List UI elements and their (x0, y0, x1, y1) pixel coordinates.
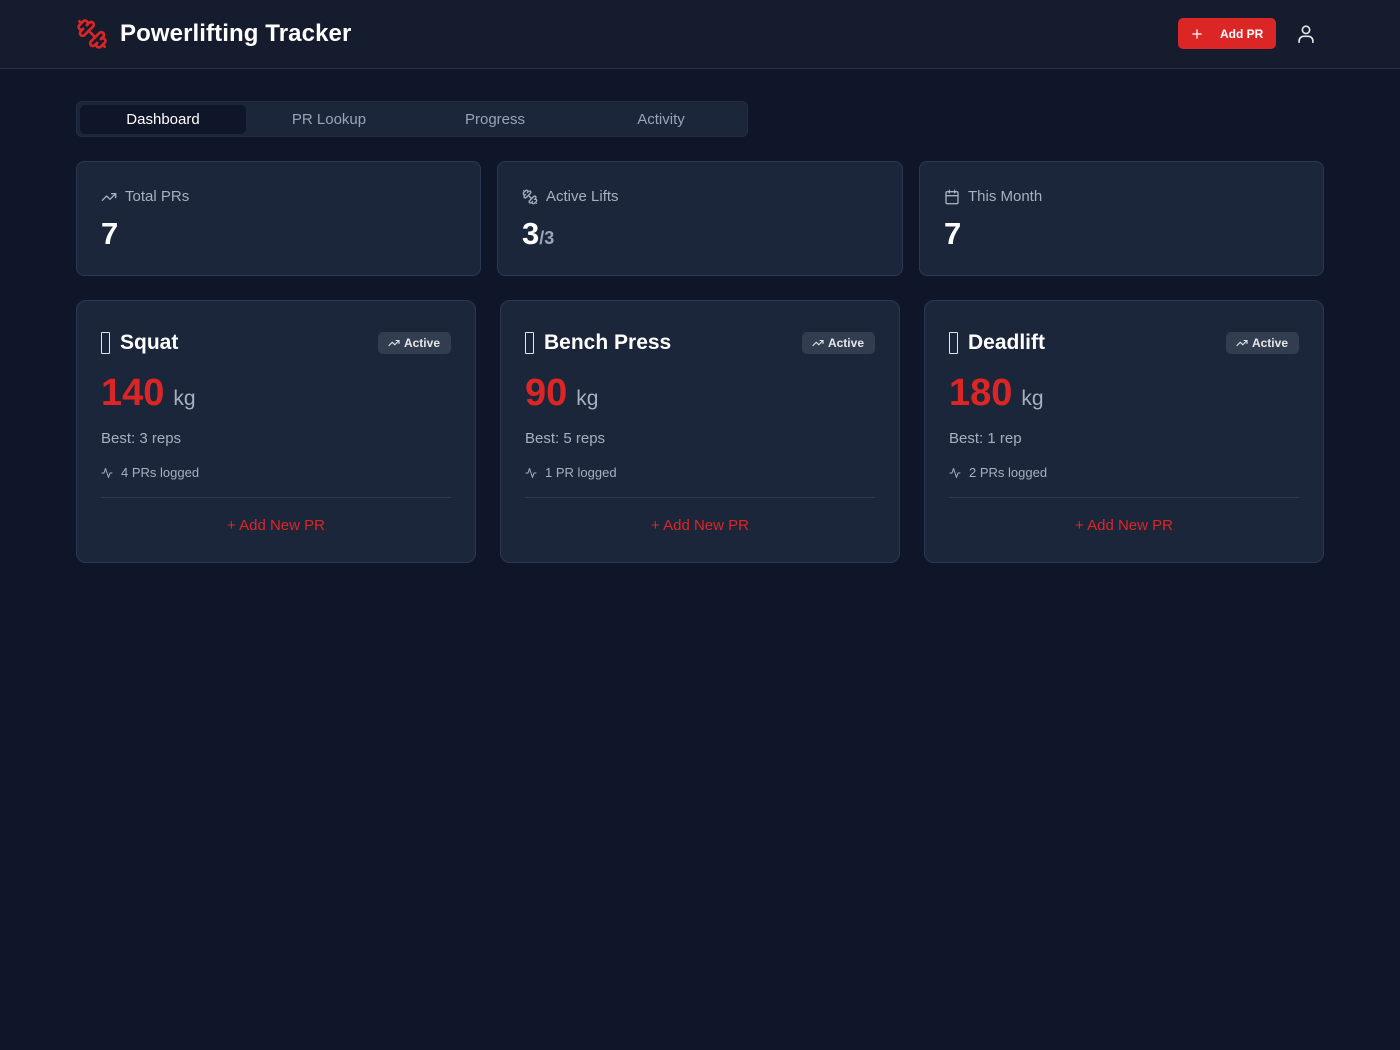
divider (101, 497, 451, 498)
activity-icon (101, 467, 113, 478)
weight-value: 180 (949, 372, 1013, 414)
pr-count: 2 PRs logged (949, 465, 1047, 480)
stat-card-total-prs: Total PRs 7 (76, 161, 481, 276)
add-pr-label: Add PR (1220, 26, 1264, 41)
lift-glyph-icon (949, 332, 958, 354)
best-reps: Best: 1 rep (949, 430, 1022, 447)
weight-value: 90 (525, 372, 568, 414)
tab-progress[interactable]: Progress (412, 105, 578, 134)
activity-icon (525, 467, 537, 478)
tab-pr-lookup[interactable]: PR Lookup (246, 105, 412, 134)
stat-number: 3 (522, 216, 540, 251)
trending-up-icon (101, 192, 117, 201)
stat-card-active-lifts: Active Lifts 3/3 (497, 161, 903, 276)
lift-name: Bench Press (544, 331, 672, 354)
lift-glyph-icon (525, 332, 534, 354)
trending-up-icon (1236, 339, 1248, 347)
lift-card-squat: Squat Active 140 kg Best: 3 reps 4 PRs l… (76, 300, 476, 563)
pr-count-label: 1 PR logged (545, 465, 617, 480)
weight-unit: kg (1021, 387, 1044, 410)
tab-activity[interactable]: Activity (578, 105, 744, 134)
lift-name: Deadlift (968, 331, 1046, 354)
stat-header: Total PRs (101, 188, 189, 205)
add-new-pr-button[interactable]: + Add New PR (525, 517, 875, 537)
pr-count: 1 PR logged (525, 465, 617, 480)
tab-dashboard[interactable]: Dashboard (80, 105, 246, 134)
pr-count-label: 4 PRs logged (121, 465, 200, 480)
lift-header: Deadlift (949, 331, 1045, 355)
app-title: Powerlifting Tracker (120, 20, 352, 47)
stat-header: Active Lifts (522, 188, 619, 205)
lift-header: Squat (101, 331, 178, 355)
pr-count-label: 2 PRs logged (969, 465, 1048, 480)
best-reps: Best: 3 reps (101, 430, 182, 447)
stat-card-this-month: This Month 7 (919, 161, 1324, 276)
trending-up-icon (812, 339, 824, 347)
activity-icon (949, 467, 961, 478)
stat-value: 7 (944, 216, 961, 252)
stat-sub: /3 (539, 228, 555, 248)
lift-header: Bench Press (525, 331, 671, 355)
lift-weight: 180 kg (949, 372, 1044, 415)
status-badge-label: Active (827, 336, 864, 350)
status-badge: Active (801, 332, 875, 354)
lift-name: Squat (120, 331, 179, 354)
lift-weight: 140 kg (101, 372, 196, 415)
plus-icon (1192, 28, 1202, 39)
weight-unit: kg (173, 387, 196, 410)
dumbbell-icon (77, 19, 107, 49)
stat-number: 7 (944, 216, 962, 251)
divider (525, 497, 875, 498)
stat-value: 3/3 (522, 216, 554, 252)
lift-card-bench-press: Bench Press Active 90 kg Best: 5 reps 1 … (500, 300, 900, 563)
status-badge: Active (1225, 332, 1299, 354)
trending-up-icon (388, 339, 400, 347)
stat-header: This Month (944, 188, 1042, 205)
status-badge-label: Active (403, 336, 440, 350)
add-pr-button[interactable]: Add PR (1178, 18, 1276, 49)
weight-value: 140 (101, 372, 165, 414)
status-badge: Active (377, 332, 451, 354)
add-new-pr-button[interactable]: + Add New PR (949, 517, 1299, 537)
user-icon[interactable] (1295, 23, 1317, 45)
weight-unit: kg (576, 387, 599, 410)
brand[interactable]: Powerlifting Tracker (76, 17, 351, 51)
divider (949, 497, 1299, 498)
best-reps: Best: 5 reps (525, 430, 606, 447)
tab-bar: Dashboard PR Lookup Progress Activity (76, 101, 748, 137)
stat-label: Active Lifts (546, 188, 619, 205)
status-badge-label: Active (1251, 336, 1288, 350)
stat-value: 7 (101, 216, 118, 252)
dumbbell-icon (522, 189, 538, 204)
lift-card-deadlift: Deadlift Active 180 kg Best: 1 rep 2 PRs… (924, 300, 1324, 563)
top-bar: Powerlifting Tracker Add PR (0, 0, 1400, 69)
calendar-icon (945, 189, 959, 204)
lift-glyph-icon (101, 332, 110, 354)
stat-number: 7 (101, 216, 119, 251)
add-new-pr-button[interactable]: + Add New PR (101, 517, 451, 537)
pr-count: 4 PRs logged (101, 465, 199, 480)
lift-weight: 90 kg (525, 372, 598, 415)
stat-label: This Month (968, 188, 1043, 205)
stat-label: Total PRs (125, 188, 190, 205)
